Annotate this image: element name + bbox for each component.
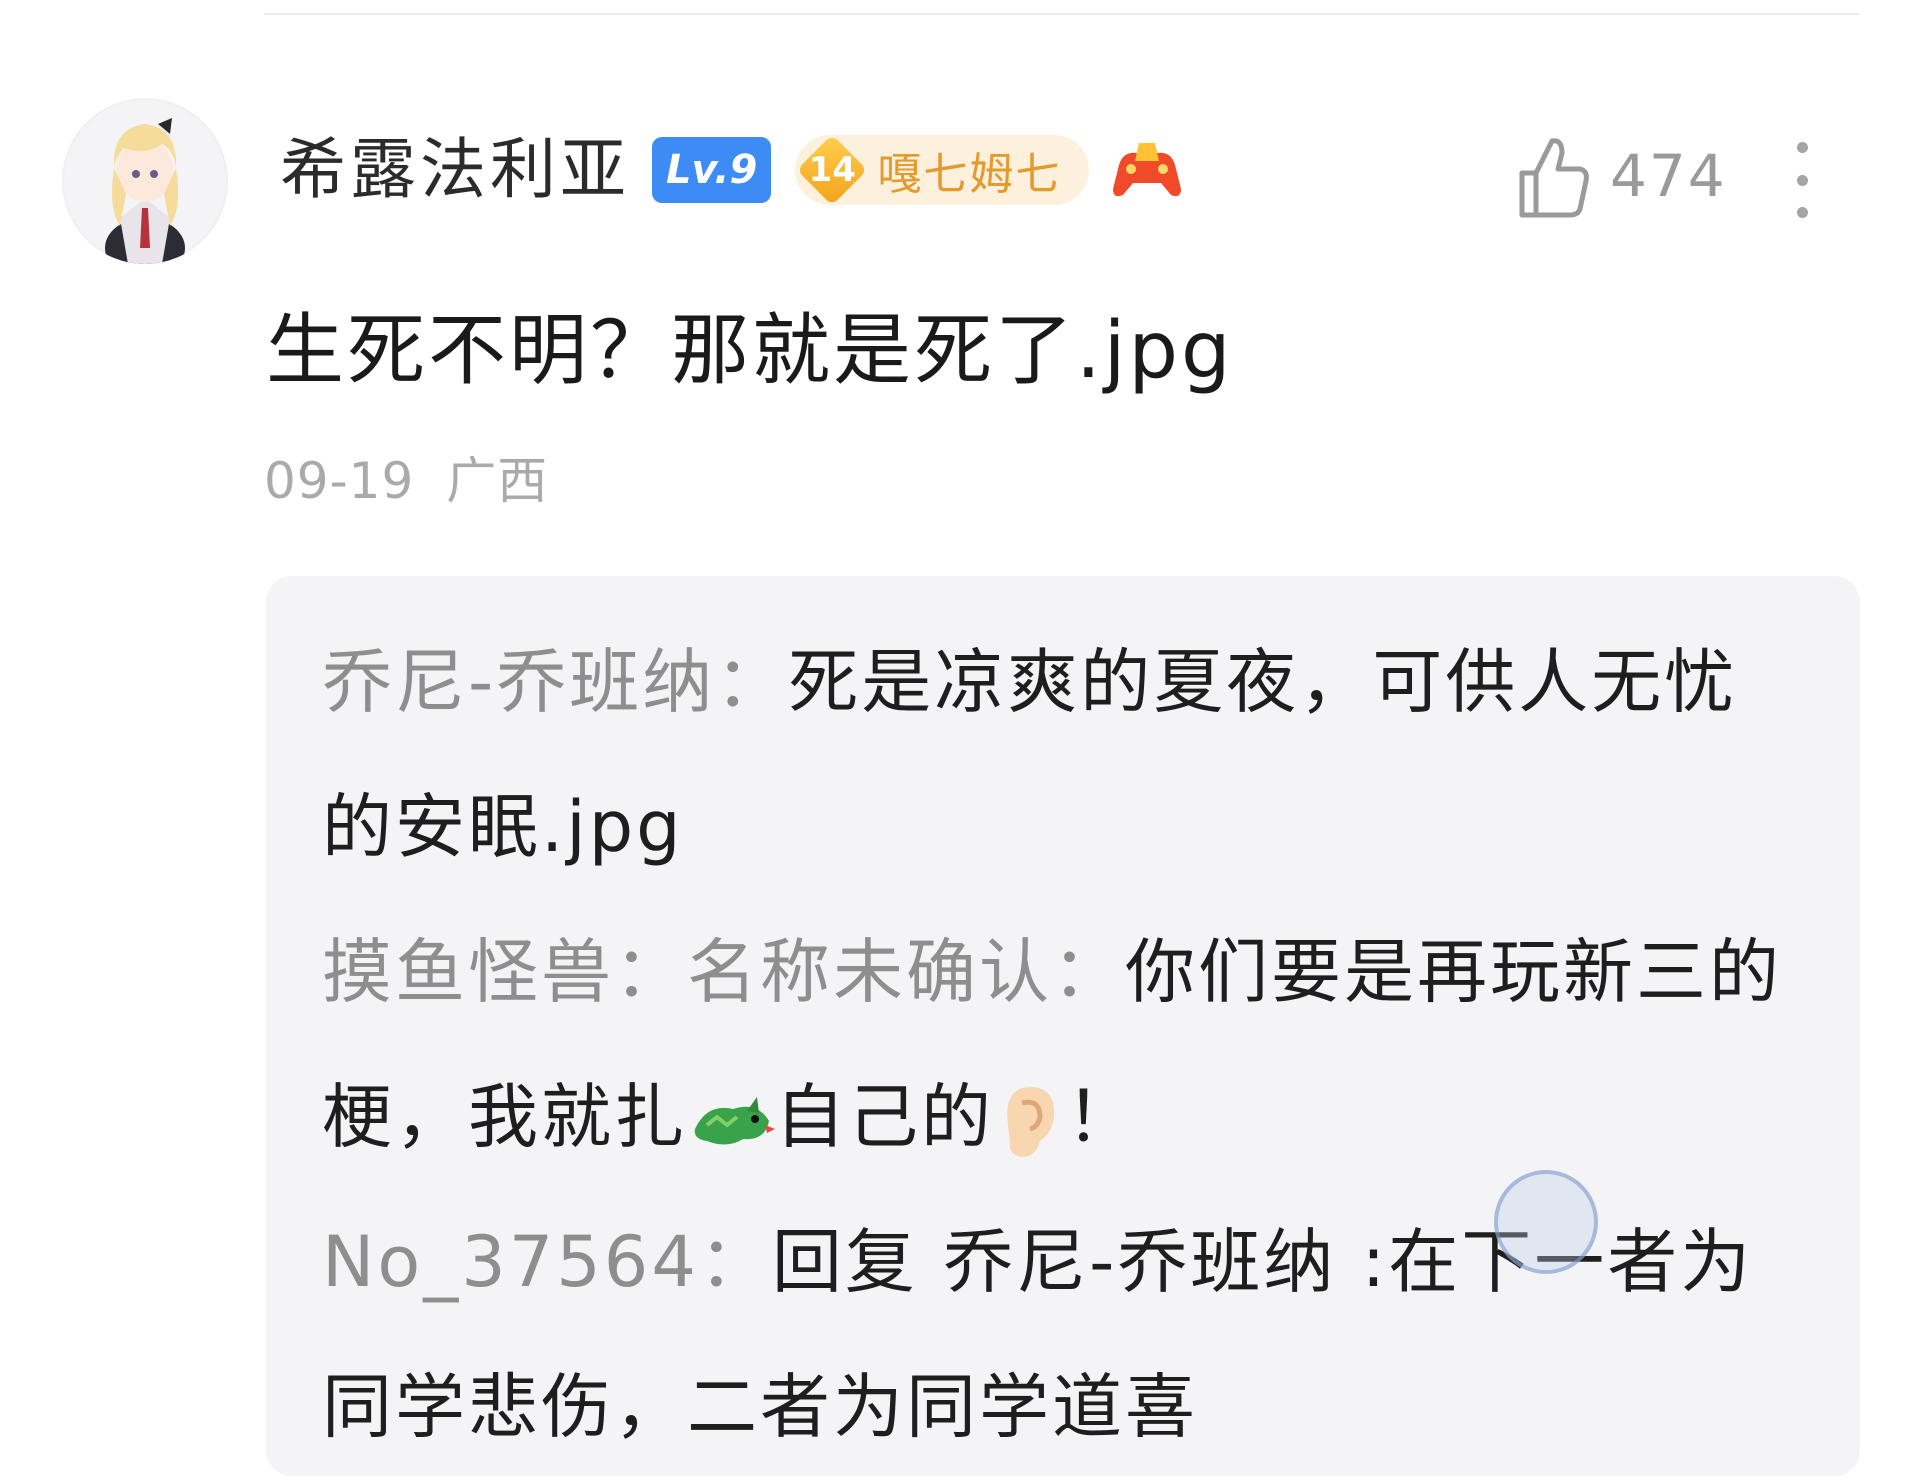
diamond-medal-icon: 14: [795, 133, 869, 207]
touch-indicator: [1494, 1170, 1598, 1274]
medal-level: 14: [808, 150, 856, 190]
thumbs-up-icon: [1519, 138, 1589, 218]
comment-header: 希露法利亚 Lv.9 14 嘎七姆七: [280, 128, 1185, 212]
level-badge: Lv.9: [652, 137, 772, 203]
reply-author[interactable]: No_37564：: [322, 1221, 772, 1303]
replies-panel[interactable]: 乔尼-乔班纳：死是凉爽的夏夜，可供人无忧的安眠.jpg 摸鱼怪兽：名称未确认：你…: [266, 576, 1860, 1476]
avatar[interactable]: [62, 98, 228, 264]
reply-item[interactable]: 乔尼-乔班纳：死是凉爽的夏夜，可供人无忧的安眠.jpg: [322, 610, 1792, 900]
medal-name: 嘎七姆七: [877, 149, 1062, 200]
comment-location: 广西: [446, 452, 549, 510]
ear-emoji: [1007, 1086, 1055, 1157]
reply-author[interactable]: 摸鱼怪兽：名称未确认：: [322, 931, 1125, 1013]
reply-text-middle: 自己的: [775, 1076, 994, 1158]
dragon-emoji: [694, 1096, 775, 1145]
reply-author[interactable]: 乔尼-乔班纳：: [322, 641, 788, 723]
reply-item[interactable]: 摸鱼怪兽：名称未确认：你们要是再玩新三的梗，我就扎 自己的 ！: [322, 900, 1792, 1190]
username[interactable]: 希露法利亚: [280, 137, 630, 203]
comment-meta: 09-19 广西: [264, 456, 548, 506]
comment-text: 生死不明？那就是死了.jpg: [266, 306, 1234, 396]
more-vertical-icon[interactable]: [1792, 142, 1812, 218]
gamepad-icon: [1113, 143, 1182, 197]
like-button[interactable]: 474: [1516, 130, 1727, 222]
like-count: 474: [1610, 142, 1727, 210]
top-divider: [264, 13, 1860, 15]
comment-date: 09-19: [264, 452, 415, 510]
fan-medal[interactable]: 14 嘎七姆七: [795, 133, 1090, 207]
reply-text-end: ！: [1066, 1076, 1139, 1158]
